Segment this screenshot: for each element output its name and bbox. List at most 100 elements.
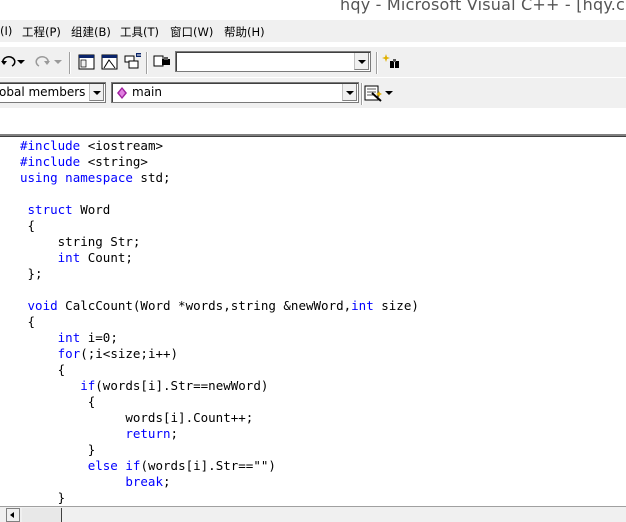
title-bar: hqy - Microsoft Visual C++ - [hqy.cpp *] <box>0 0 626 16</box>
wizard-action-dropdown-icon[interactable] <box>384 84 394 104</box>
chevron-down-icon[interactable] <box>342 84 357 101</box>
code-text: Word <box>72 202 111 217</box>
code-keyword: for <box>57 346 81 361</box>
code-line: struct Word <box>20 202 111 218</box>
code-text: }; <box>20 266 43 281</box>
code-text: (words[i].Str==newWord) <box>95 378 269 393</box>
code-keyword: #include <box>20 138 81 153</box>
scroll-thumb[interactable] <box>22 508 62 522</box>
window-list-icon[interactable] <box>123 52 143 72</box>
code-line: string Str; <box>20 234 141 250</box>
function-combo[interactable]: main <box>111 82 359 103</box>
toolbar-separator <box>376 52 378 74</box>
code-line: int Count; <box>20 250 133 266</box>
code-text: Count; <box>80 250 133 265</box>
code-keyword: else <box>87 458 118 473</box>
output-icon[interactable] <box>100 52 120 72</box>
find-combo[interactable] <box>175 51 371 72</box>
code-keyword: namespace <box>65 170 133 185</box>
toolbar-separator <box>146 52 148 74</box>
code-text: <iostream> <box>80 138 164 153</box>
function-member-icon <box>117 87 127 102</box>
window-title: hqy - Microsoft Visual C++ - [hqy.cpp *] <box>340 0 626 14</box>
code-line: { <box>20 362 66 378</box>
code-line: #include <iostream> <box>20 138 163 154</box>
undo-dropdown-icon[interactable] <box>16 53 26 73</box>
find-in-files-icon[interactable] <box>152 52 172 72</box>
code-text: ; <box>163 474 171 489</box>
menu-item-project[interactable]: 工程(P) <box>22 24 61 40</box>
find-icon[interactable] <box>382 52 402 72</box>
code-line: return; <box>20 426 178 442</box>
code-line: } <box>20 490 66 506</box>
code-line: break; <box>20 474 171 490</box>
menu-bar: (I) 工程(P) 组建(B) 工具(T) 窗口(W) 帮助(H) <box>0 20 626 42</box>
wizard-action-icon[interactable] <box>363 83 383 103</box>
code-text: <string> <box>80 154 148 169</box>
code-line: if(words[i].Str==newWord) <box>20 378 268 394</box>
class-scope-combo-value: obal members <box>0 85 86 99</box>
code-line: { <box>20 218 36 234</box>
code-text: size) <box>373 298 419 313</box>
wizard-bar: obal members main <box>0 78 626 108</box>
code-text: } <box>20 490 66 505</box>
code-text: CalcCount(Word *words,string &newWord, <box>57 298 352 313</box>
code-keyword: struct <box>27 202 73 217</box>
function-combo-value: main <box>132 85 162 99</box>
redo-dropdown-icon[interactable] <box>53 53 63 73</box>
code-text: ; <box>170 426 179 441</box>
code-line: words[i].Count++; <box>20 410 253 426</box>
toolbar-separator <box>69 52 71 74</box>
code-text: { <box>20 362 66 377</box>
editor-frame <box>0 134 626 137</box>
code-line: { <box>20 314 36 330</box>
code-text: { <box>20 394 96 409</box>
scroll-left-arrow-icon[interactable] <box>6 508 20 522</box>
code-text: (words[i].Str=="") <box>140 458 276 473</box>
code-line: int i=0; <box>20 330 118 346</box>
menu-item-window[interactable]: 窗口(W) <box>170 24 213 40</box>
code-keyword: using <box>20 170 58 185</box>
code-keyword: int <box>57 250 81 265</box>
code-line: for(;i<size;i++) <box>20 346 178 362</box>
code-text: i=0; <box>80 330 118 345</box>
code-text: { <box>20 218 36 233</box>
code-text: { <box>20 314 36 329</box>
menu-item-build[interactable]: 组建(B) <box>71 24 111 40</box>
code-keyword: break <box>125 474 163 489</box>
code-keyword: if <box>80 378 96 393</box>
menu-item-tools[interactable]: 工具(T) <box>120 24 159 40</box>
code-editor[interactable]: #include <iostream> #include <string> usin… <box>0 138 626 506</box>
code-keyword: int <box>57 330 81 345</box>
menu-item-help[interactable]: 帮助(H) <box>224 24 265 40</box>
menu-item-i[interactable]: (I) <box>0 24 12 38</box>
code-line: using namespace std; <box>20 170 171 186</box>
code-line: void CalcCount(Word *words,string &newWo… <box>20 298 419 314</box>
code-text: string Str; <box>20 234 141 249</box>
chevron-down-icon[interactable] <box>89 84 104 101</box>
chevron-down-icon[interactable] <box>354 53 369 70</box>
code-keyword: void <box>27 298 58 313</box>
code-text: } <box>20 442 96 457</box>
code-line: #include <string> <box>20 154 148 170</box>
class-scope-combo[interactable]: obal members <box>0 82 106 103</box>
code-text: (;i<size;i++) <box>80 346 179 361</box>
standard-toolbar <box>0 47 626 77</box>
workspace-icon[interactable] <box>77 52 97 72</box>
code-line: { <box>20 394 96 410</box>
code-line: }; <box>20 266 43 282</box>
code-line: else if(words[i].Str=="") <box>20 458 276 474</box>
horizontal-scrollbar[interactable] <box>0 506 626 522</box>
code-keyword: if <box>125 458 141 473</box>
code-keyword: return <box>125 426 171 441</box>
redo-icon[interactable] <box>31 52 51 72</box>
